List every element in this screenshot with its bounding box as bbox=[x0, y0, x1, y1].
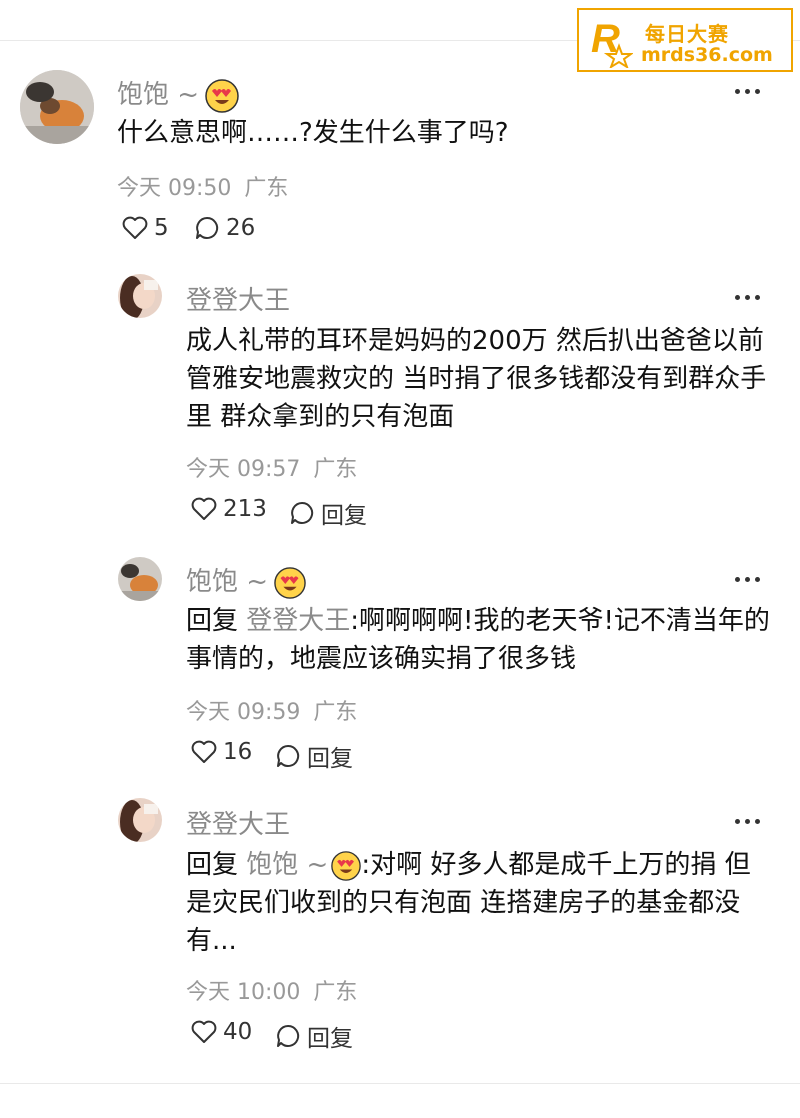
watermark-badge: R 每日大赛 mrds36.com bbox=[577, 8, 793, 72]
more-options-icon[interactable] bbox=[735, 574, 763, 584]
heart-eyes-emoji-icon bbox=[274, 566, 306, 599]
reply-keyword: 回复 bbox=[186, 850, 239, 880]
like-button[interactable]: 16 bbox=[191, 739, 252, 765]
comment-location: 广东 bbox=[244, 176, 289, 201]
heart-icon bbox=[191, 1020, 217, 1043]
username[interactable]: 登登大王 bbox=[186, 804, 290, 841]
comment-text: 什么意思啊……?发生什么事了吗? bbox=[117, 118, 509, 148]
avatar[interactable] bbox=[118, 274, 162, 318]
heart-icon bbox=[122, 216, 148, 239]
avatar[interactable] bbox=[20, 70, 94, 144]
username[interactable]: 登登大王 bbox=[186, 280, 290, 317]
heart-eyes-emoji-icon bbox=[205, 78, 239, 113]
watermark-logo-icon: R bbox=[591, 17, 633, 68]
mention-link[interactable]: 登登大王 bbox=[246, 606, 350, 636]
heart-icon bbox=[191, 497, 217, 520]
comment-text: 回复 饱饱 ~:对啊 好多人都是成千上万的捐 但是灾民们收到的只有泡面 连搭建房… bbox=[186, 846, 771, 960]
comment-meta: 今天 09:50 广东 bbox=[117, 170, 288, 202]
replies-button[interactable]: 26 bbox=[194, 215, 255, 241]
mention-text: 饱饱 ~ bbox=[246, 850, 329, 880]
comment-location: 广东 bbox=[313, 457, 358, 482]
reply-button[interactable]: 回复 bbox=[275, 739, 353, 773]
like-count: 213 bbox=[223, 496, 267, 522]
watermark-url: mrds36.com bbox=[641, 44, 773, 66]
reply-count: 26 bbox=[226, 215, 256, 241]
heart-icon bbox=[191, 740, 217, 763]
comment-time: 今天 09:57 bbox=[186, 457, 301, 482]
comment-text: 成人礼带的耳环是妈妈的200万 然后扒出爸爸以前管雅安地震救灾的 当时捐了很多钱… bbox=[186, 326, 767, 432]
comment-bubble-icon bbox=[277, 744, 300, 767]
username[interactable]: 饱饱 ~ bbox=[186, 561, 306, 599]
avatar[interactable] bbox=[118, 557, 162, 601]
comment-meta: 今天 09:57 广东 bbox=[186, 451, 357, 483]
reply-label: 回复 bbox=[321, 503, 367, 529]
username-text: 饱饱 ~ bbox=[117, 80, 200, 110]
bottom-divider bbox=[0, 1083, 800, 1084]
more-options-icon[interactable] bbox=[735, 292, 763, 302]
mention-link[interactable]: 饱饱 ~ bbox=[246, 850, 362, 881]
comment-meta: 今天 09:59 广东 bbox=[186, 694, 357, 726]
heart-eyes-emoji-icon bbox=[331, 850, 362, 881]
avatar[interactable] bbox=[118, 798, 162, 842]
like-button[interactable]: 40 bbox=[191, 1019, 252, 1045]
reply-label: 回复 bbox=[307, 1026, 353, 1052]
reply-label: 回复 bbox=[307, 746, 353, 772]
username[interactable]: 饱饱 ~ bbox=[117, 74, 239, 113]
comment-time: 今天 09:59 bbox=[186, 700, 301, 725]
like-button[interactable]: 213 bbox=[191, 496, 267, 522]
more-options-icon[interactable] bbox=[735, 816, 763, 826]
comment-bubble-icon bbox=[196, 216, 219, 239]
more-options-icon[interactable] bbox=[735, 86, 763, 96]
comment-time: 今天 10:00 bbox=[186, 980, 301, 1005]
comment-time: 今天 09:50 bbox=[117, 176, 232, 201]
comment-location: 广东 bbox=[313, 700, 358, 725]
like-count: 40 bbox=[223, 1019, 253, 1045]
comment-meta: 今天 10:00 广东 bbox=[186, 974, 357, 1006]
username-text: 饱饱 ~ bbox=[186, 567, 269, 597]
comment-bubble-icon bbox=[277, 1024, 300, 1047]
comment-bubble-icon bbox=[291, 501, 314, 524]
reply-button[interactable]: 回复 bbox=[289, 496, 367, 530]
comment-location: 广东 bbox=[313, 980, 358, 1005]
like-count: 16 bbox=[223, 739, 253, 765]
comment-text: 回复 登登大王:啊啊啊啊!我的老天爷!记不清当年的事情的，地震应该确实捐了很多钱 bbox=[186, 602, 771, 678]
like-count: 5 bbox=[154, 215, 169, 241]
reply-button[interactable]: 回复 bbox=[275, 1019, 353, 1053]
watermark-title: 每日大赛 bbox=[645, 22, 729, 46]
like-button[interactable]: 5 bbox=[122, 215, 169, 241]
reply-keyword: 回复 bbox=[186, 606, 239, 636]
